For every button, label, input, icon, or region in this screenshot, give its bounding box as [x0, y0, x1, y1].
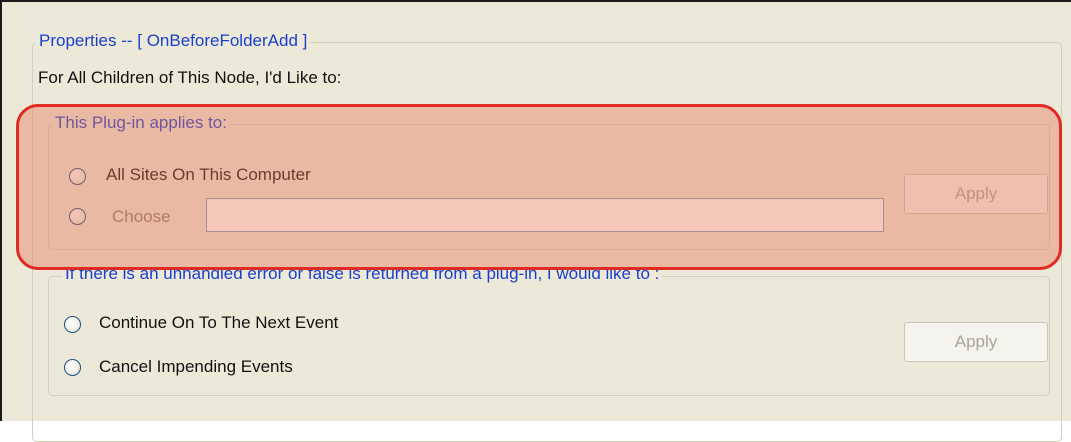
choose-sites-input[interactable]: [206, 198, 884, 232]
error-handling-legend: If there is an unhandled error or false …: [62, 264, 663, 284]
error-handling-group: [48, 276, 1050, 396]
continue-label[interactable]: Continue On To The Next Event: [99, 313, 338, 333]
plugin-applies-legend: This Plug-in applies to:: [52, 113, 230, 133]
plugin-apply-button[interactable]: Apply: [904, 174, 1048, 214]
continue-radio[interactable]: [64, 316, 81, 333]
cancel-label[interactable]: Cancel Impending Events: [99, 357, 293, 377]
cancel-radio[interactable]: [64, 359, 81, 376]
error-apply-button[interactable]: Apply: [904, 322, 1048, 362]
choose-label[interactable]: Choose: [112, 207, 171, 227]
choose-radio[interactable]: [69, 208, 86, 225]
all-sites-label[interactable]: All Sites On This Computer: [106, 165, 311, 185]
properties-group-legend: Properties -- [ OnBeforeFolderAdd ]: [36, 31, 311, 51]
properties-panel: Properties -- [ OnBeforeFolderAdd ] For …: [0, 0, 1071, 442]
all-sites-radio[interactable]: [69, 168, 86, 185]
instruction-text: For All Children of This Node, I'd Like …: [38, 68, 342, 87]
